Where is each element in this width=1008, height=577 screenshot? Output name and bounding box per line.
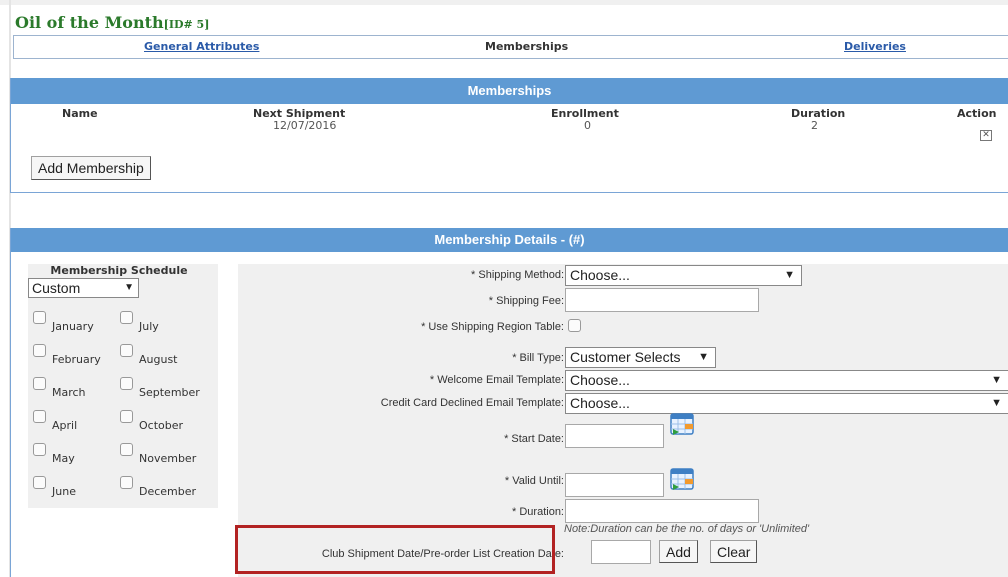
use-region-table-label: * Use Shipping Region Table: bbox=[421, 321, 564, 333]
chevron-down-icon: ▼ bbox=[124, 282, 134, 293]
cell-enrollment: 0 bbox=[584, 119, 591, 132]
checkbox-january[interactable] bbox=[33, 311, 46, 324]
duration-input[interactable] bbox=[565, 499, 759, 523]
use-region-table-checkbox[interactable] bbox=[568, 319, 581, 332]
welcome-template-value: Choose... bbox=[570, 372, 630, 388]
schedule-select[interactable]: Custom ▼ bbox=[28, 278, 139, 298]
membership-schedule-title: Membership Schedule bbox=[50, 264, 188, 277]
club-shipment-date-input[interactable] bbox=[591, 540, 651, 564]
cell-duration: 2 bbox=[811, 119, 818, 132]
duration-note: Note:Duration can be the no. of days or … bbox=[564, 523, 810, 535]
chevron-down-icon: ▼ bbox=[698, 351, 709, 363]
declined-template-value: Choose... bbox=[570, 395, 630, 411]
shipping-method-select[interactable]: Choose... ▼ bbox=[565, 265, 802, 286]
chevron-down-icon: ▼ bbox=[784, 269, 795, 281]
month-label-october: October bbox=[139, 419, 184, 432]
checkbox-july[interactable] bbox=[120, 311, 133, 324]
checkbox-august[interactable] bbox=[120, 344, 133, 357]
month-label-july: July bbox=[139, 320, 159, 333]
month-label-november: November bbox=[139, 452, 197, 465]
schedule-select-value: Custom bbox=[32, 280, 81, 296]
add-membership-button[interactable]: Add Membership bbox=[31, 156, 151, 180]
checkbox-june[interactable] bbox=[33, 476, 46, 489]
checkbox-february[interactable] bbox=[33, 344, 46, 357]
checkbox-may[interactable] bbox=[33, 443, 46, 456]
bill-type-select[interactable]: Customer Selects ▼ bbox=[565, 347, 716, 368]
bill-type-label: * Bill Type: bbox=[512, 352, 564, 364]
tab-deliveries[interactable]: Deliveries bbox=[844, 40, 906, 53]
checkbox-april[interactable] bbox=[33, 410, 46, 423]
shipping-fee-input[interactable] bbox=[565, 288, 759, 312]
delete-membership-icon[interactable]: ✕ bbox=[980, 130, 992, 141]
checkbox-september[interactable] bbox=[120, 377, 133, 390]
chevron-down-icon: ▼ bbox=[991, 374, 1002, 386]
welcome-template-select[interactable]: Choose... ▼ bbox=[565, 370, 1008, 391]
declined-template-label: Credit Card Declined Email Template: bbox=[380, 397, 564, 409]
highlight-box bbox=[235, 525, 555, 574]
checkbox-march[interactable] bbox=[33, 377, 46, 390]
month-label-march: March bbox=[52, 386, 86, 399]
tab-memberships[interactable]: Memberships bbox=[485, 40, 568, 53]
month-label-august: August bbox=[139, 353, 178, 366]
page-title-text: Oil of the Month bbox=[15, 13, 164, 32]
start-date-input[interactable] bbox=[565, 424, 664, 448]
valid-until-label: * Valid Until: bbox=[504, 475, 564, 487]
declined-template-select[interactable]: Choose... ▼ bbox=[565, 393, 1008, 414]
checkbox-november[interactable] bbox=[120, 443, 133, 456]
month-label-february: February bbox=[52, 353, 101, 366]
calendar-icon[interactable] bbox=[669, 411, 697, 437]
page-title: Oil of the Month[ID# 5] bbox=[15, 13, 209, 32]
bill-type-value: Customer Selects bbox=[570, 349, 681, 365]
calendar-icon[interactable] bbox=[669, 466, 697, 492]
shipping-method-label: * Shipping Method: bbox=[471, 269, 564, 281]
clear-date-button[interactable]: Clear bbox=[710, 540, 758, 563]
duration-label: * Duration: bbox=[512, 506, 564, 518]
column-header-name: Name bbox=[62, 107, 98, 120]
month-label-june: June bbox=[52, 485, 76, 498]
add-date-button[interactable]: Add bbox=[659, 540, 698, 563]
checkbox-december[interactable] bbox=[120, 476, 133, 489]
chevron-down-icon: ▼ bbox=[991, 397, 1002, 409]
shipping-fee-label: * Shipping Fee: bbox=[488, 295, 564, 307]
shipping-method-value: Choose... bbox=[570, 267, 630, 283]
membership-details-header: Membership Details - (#) bbox=[11, 228, 1008, 252]
membership-schedule-panel: Membership Schedule Custom ▼ January July… bbox=[28, 264, 218, 508]
checkbox-october[interactable] bbox=[120, 410, 133, 423]
column-header-duration: Duration bbox=[791, 107, 846, 120]
memberships-section: Memberships Name Next Shipment Enrollmen… bbox=[10, 78, 1008, 193]
month-label-january: January bbox=[52, 320, 94, 333]
tab-general-attributes[interactable]: General Attributes bbox=[144, 40, 259, 53]
valid-until-input[interactable] bbox=[565, 473, 664, 497]
top-border bbox=[0, 0, 1008, 5]
start-date-label: * Start Date: bbox=[504, 433, 564, 445]
month-label-december: December bbox=[139, 485, 197, 498]
column-header-action: Action bbox=[957, 107, 997, 120]
cell-next-shipment: 12/07/2016 bbox=[273, 119, 337, 132]
page-id-tag: [ID# 5] bbox=[163, 18, 210, 31]
welcome-template-label: * Welcome Email Template: bbox=[429, 374, 564, 386]
month-label-september: September bbox=[139, 386, 200, 399]
month-label-april: April bbox=[52, 419, 78, 432]
month-label-may: May bbox=[52, 452, 75, 465]
memberships-header: Memberships bbox=[11, 78, 1008, 104]
tab-bar: General Attributes Memberships Deliverie… bbox=[13, 35, 1008, 59]
